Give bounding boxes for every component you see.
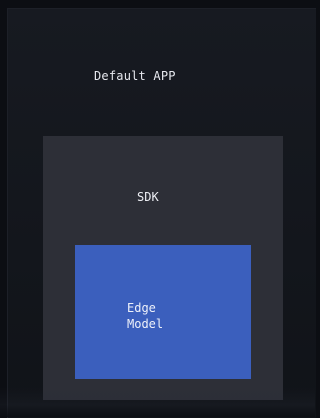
edge-model-label: Edge Model: [127, 301, 164, 331]
sdk-label: SDK: [137, 190, 159, 204]
bottom-fade: [0, 387, 315, 417]
sdk-container: SDK Edge Model: [43, 136, 283, 400]
app-label: Default APP: [94, 69, 176, 83]
default-app-container: Default APP SDK Edge Model: [7, 8, 316, 418]
edge-model-container: Edge Model: [75, 245, 251, 379]
